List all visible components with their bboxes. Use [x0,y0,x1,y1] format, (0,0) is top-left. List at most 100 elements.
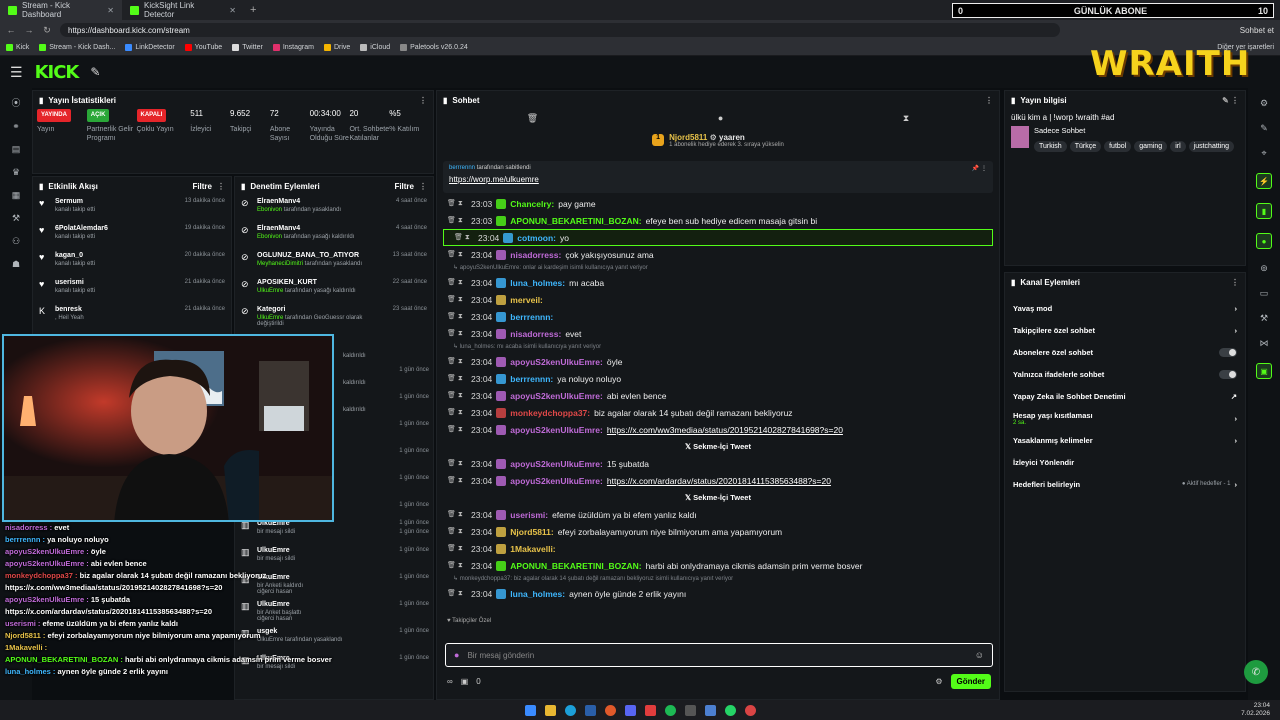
hourglass-icon[interactable]: ⧗ [903,113,909,124]
channel-action-item[interactable]: Hesap yaşı kısıtlaması 2 sa. › [1005,407,1245,429]
mic-icon[interactable]: ● [454,650,459,660]
edit-icon[interactable]: ✎ ⋮ [1222,96,1239,105]
stream-tag[interactable]: Turkish [1034,141,1067,152]
chat-username[interactable]: APONUN_BEKARETINI_BOZAN: [510,561,641,571]
mod-tools-icon[interactable]: 🗑 ⧗ [447,476,467,485]
mod-tools-icon[interactable]: 🗑 ⧗ [447,312,467,321]
toggle-switch[interactable] [1219,369,1237,379]
channel-action-item[interactable]: İzleyici Yönlendir [1005,451,1245,473]
bookmark-icloud[interactable]: iCloud [360,44,390,51]
trophy-icon[interactable]: ♛ [12,167,20,178]
chat-username[interactable]: userismi: [510,510,548,520]
channel-action-item[interactable]: Takipçilere özel sohbet › [1005,319,1245,341]
more-icon[interactable]: ⋮ [1231,278,1239,287]
edge-icon[interactable] [564,704,576,716]
channel-action-item[interactable]: Abonelere özel sohbet [1005,341,1245,363]
chat-username[interactable]: merveil: [510,295,543,305]
chat-message[interactable]: 🗑 ⧗ 23:04 apoyuS2kenUlkuEmre: 15 şubatda [437,455,999,472]
green-tool-4-icon[interactable]: ▣ [1256,363,1272,379]
chat-message[interactable]: 🗑 ⧗ 23:04 monkeydchoppa37: biz agalar olara… [437,404,999,421]
chat-icon[interactable]: ▤ [12,144,21,155]
target-icon[interactable]: ⌖ [1261,148,1266,159]
chat-username[interactable]: berrrennn: [510,312,553,322]
more-icon[interactable]: ⋮ [985,96,993,105]
chat-username[interactable]: berrrennn: [510,374,553,384]
bookmark-youtube[interactable]: YouTube [184,44,222,51]
stream-tag[interactable]: irl [1170,141,1186,152]
wrench-icon[interactable]: ⚒ [1260,313,1268,324]
tools-icon[interactable]: ⚒ [12,213,20,224]
activity-item[interactable]: ♥ 6PolatAlemdar6 kanalı takip etti 19 dakik… [33,222,231,249]
green-tool-1-icon[interactable]: ⚡ [1256,173,1272,189]
kick-logo[interactable]: KICK [35,62,80,83]
channel-action-item[interactable]: Yasaklanmış kelimeler › [1005,429,1245,451]
chat-username[interactable]: apoyuS2kenUlkuEmre: [510,459,603,469]
chat-message[interactable]: 🗑 ⧗ 23:04 apoyuS2kenUlkuEmre: abi evlen ben… [437,387,999,404]
chrome-icon[interactable] [744,704,756,716]
chat-message[interactable]: 🗑 ⧗ 23:04 apoyuS2kenUlkuEmre: öyle [437,353,999,370]
moderation-item[interactable]: ⊘ Kategori UlkuEmre tarafından GeoGuessr o… [235,303,433,330]
mod-tools-icon[interactable]: 🗑 ⧗ [447,278,467,287]
menu-icon[interactable]: ☰ [10,64,23,81]
chat-message[interactable]: 🗑 ⧗ 23:04 luna_holmes: mı acaba [437,274,999,291]
channel-action-item[interactable]: Yapay Zeka ile Sohbet Denetimi ↗ [1005,385,1245,407]
bookmark-paletools[interactable]: Paletools v26.0.24 [400,44,468,51]
close-tab-icon[interactable]: ✕ [229,6,236,15]
stream-tag[interactable]: Türkçe [1069,141,1102,152]
gear-icon[interactable]: ⚙ [1260,98,1268,109]
chat-message[interactable]: 🗑 ⧗ 23:04 merveil: [437,291,999,308]
chat-username[interactable]: monkeydchoppa37: [510,408,590,418]
radio-icon[interactable]: ⊚ [1260,263,1268,274]
chat-message[interactable]: 🗑 ⧗ 23:03 APONUN_BEKARETINI_BOZAN: efeye be… [437,212,999,229]
bookmark-instagram[interactable]: Instagram [272,44,314,51]
stream-tag[interactable]: gaming [1134,141,1168,152]
chat-message[interactable]: 🗑 ⧗ 23:04 luna_holmes: aynen öyle günde 2 e… [437,585,999,602]
bookmark-drive[interactable]: Drive [323,44,350,51]
users-icon[interactable]: ⚇ [12,236,20,247]
activity-item[interactable]: ♥ kagan_0 kanalı takip etti 20 dakika önce [33,249,231,276]
discord-icon[interactable] [624,704,636,716]
mod-tools-icon[interactable]: 🗑 ⧗ [447,374,467,383]
mod-tools-icon[interactable]: 🗑 ⧗ [447,357,467,366]
share-icon[interactable]: ⋈ [1260,338,1269,349]
back-icon[interactable]: ← [6,25,16,35]
settings-icon[interactable]: ⚙ [935,677,942,686]
mod-tools-icon[interactable]: 🗑 ⧗ [447,329,467,338]
moderation-filter-button[interactable]: Filtre [394,182,414,191]
chat-message[interactable]: 🗑 ⧗ 23:03 Chancelry: pay game [437,195,999,212]
tab-kicksight[interactable]: KickSight Link Detector ✕ [122,0,244,20]
mod-tools-icon[interactable]: 🗑 ⧗ [447,459,467,468]
chat-username[interactable]: nisadorress: [510,250,561,260]
mod-tools-icon[interactable]: 🗑 ⧗ [447,250,467,259]
chat-text[interactable]: https://x.com/ww3mediaa/status/201952140… [607,425,843,435]
bookmark-twitter[interactable]: Twitter [232,44,263,51]
tab-kick-dashboard[interactable]: Stream - Kick Dashboard ✕ [0,0,122,20]
chat-username[interactable]: 1Makavelli: [510,544,555,554]
more-icon[interactable]: ⋮ [419,96,427,105]
link-icon[interactable]: ⚭ [12,121,20,132]
chat-message[interactable]: 🗑 ⧗ 23:04 apoyuS2kenUlkuEmre: https://x.com… [437,421,999,438]
points-icon[interactable]: ∞ [447,677,453,686]
bot-icon[interactable]: ☗ [12,259,20,270]
close-tab-icon[interactable]: ✕ [107,6,114,15]
bookmark-linkdetector[interactable]: LinkDetector [125,44,175,51]
more-icon[interactable]: ⋮ [419,182,427,191]
chat-username[interactable]: luna_holmes: [510,278,565,288]
bubble-icon[interactable]: ● [718,113,723,123]
activity-filter-button[interactable]: Filtre [192,182,212,191]
bookmark-stream[interactable]: Stream - Kick Dash... [39,44,115,51]
chat-message[interactable]: 🗑 ⧗ 23:04 nisadorress: evet [437,325,999,342]
mod-tools-icon[interactable]: 🗑 ⧗ [454,233,474,242]
chat-username[interactable]: cotmoon: [517,233,556,243]
stream-tag[interactable]: justchatting [1188,141,1235,152]
moderation-item[interactable]: ⊘ APOSIKEN_KURT UlkuEmre tarafından yasağı… [235,276,433,303]
channel-action-item[interactable]: Hedefleri belirleyin ● Aktif hedefler - 1… [1005,473,1245,495]
tweet-embed[interactable]: 𝕏 Sekme-İçi Tweet [437,438,999,455]
chat-username[interactable]: luna_holmes: [510,589,565,599]
chat-input[interactable]: ● Bir mesaj gönderin ☺ [445,643,993,667]
more-icon[interactable]: ⋮ [217,182,225,191]
moderation-item[interactable]: ⊘ ElraenManv4 Ebonivon tarafından yasağı k… [235,222,433,249]
chat-username[interactable]: apoyuS2kenUlkuEmre: [510,357,603,367]
firefox-icon[interactable] [604,704,616,716]
chat-message[interactable]: 🗑 ⧗ 23:04 cotmoon: yo [443,229,993,246]
